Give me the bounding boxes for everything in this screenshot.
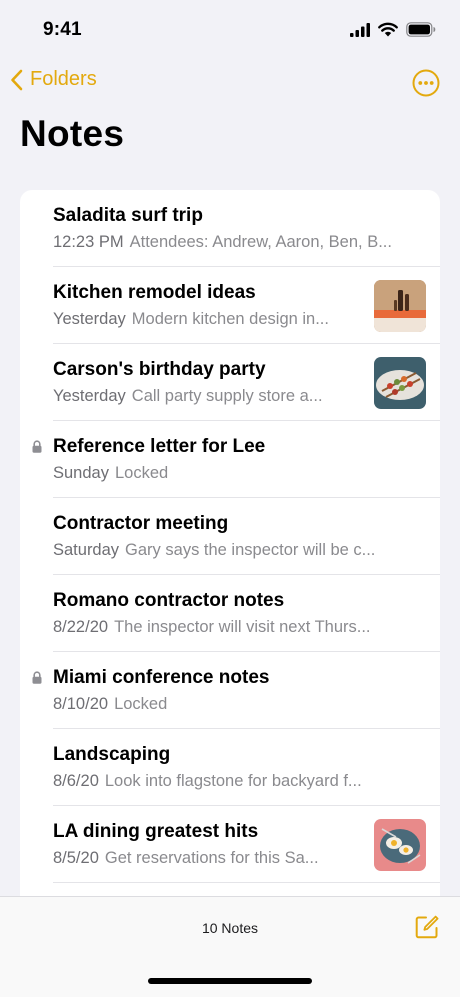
note-date: 12:23 PM xyxy=(53,233,124,251)
note-meta: Yesterday Modern kitchen design in... xyxy=(53,310,329,329)
note-thumbnail-kitchen xyxy=(374,280,426,332)
more-options-button[interactable] xyxy=(412,69,440,102)
note-preview: Call party supply store a... xyxy=(131,387,323,405)
note-title: Miami conference notes xyxy=(53,667,270,688)
note-meta: 12:23 PM Attendees: Andrew, Aaron, Ben, B… xyxy=(53,233,392,252)
note-date: Yesterday xyxy=(53,310,126,328)
home-indicator xyxy=(148,978,312,984)
back-button[interactable]: Folders xyxy=(10,68,97,91)
compose-icon xyxy=(415,915,439,939)
note-row[interactable]: Reference letter for Lee Sunday Locked xyxy=(20,421,440,498)
note-preview: Locked xyxy=(114,695,168,713)
note-thumbnail-food xyxy=(374,819,426,871)
note-count: 10 Notes xyxy=(201,920,259,936)
page-title: Notes xyxy=(20,113,125,154)
wifi-icon xyxy=(378,22,398,37)
cellular-signal-icon xyxy=(350,22,370,37)
note-meta: Sunday Locked xyxy=(53,464,168,483)
note-date: 8/6/20 xyxy=(53,772,99,790)
note-title: Reference letter for Lee xyxy=(53,436,266,457)
note-meta: 8/10/20 Locked xyxy=(53,695,167,714)
note-title: Landscaping xyxy=(53,744,171,765)
note-date: Sunday xyxy=(53,464,109,482)
note-date: 8/22/20 xyxy=(53,618,109,636)
note-title: Carson's birthday party xyxy=(53,359,266,380)
note-thumbnail-skewers xyxy=(374,357,426,409)
notes-list: Saladita surf trip 12:23 PM Attendees: An… xyxy=(20,190,440,900)
note-row[interactable]: Saladita surf trip 12:23 PM Attendees: An… xyxy=(20,190,440,267)
note-row[interactable]: Contractor meeting Saturday Gary says the… xyxy=(20,498,440,575)
note-preview: Locked xyxy=(114,464,169,482)
back-button-label: Folders xyxy=(30,68,97,90)
navigation-bar: Folders xyxy=(0,64,460,104)
note-title: Kitchen remodel ideas xyxy=(53,282,256,303)
note-meta: Yesterday Call party supply store a... xyxy=(53,387,323,406)
status-icons xyxy=(350,22,436,37)
note-row[interactable]: Landscaping 8/6/20 Look into flagstone fo… xyxy=(20,729,440,806)
note-date: 8/10/20 xyxy=(53,695,109,713)
note-preview: Get reservations for this Sa... xyxy=(104,849,319,867)
note-row[interactable]: Carson's birthday party Yesterday Call pa… xyxy=(20,344,440,421)
note-date: Yesterday xyxy=(53,387,126,405)
note-meta: 8/5/20 Get reservations for this Sa... xyxy=(53,849,319,868)
chevron-left-icon xyxy=(11,69,23,90)
note-preview: The inspector will visit next Thurs... xyxy=(114,618,371,636)
note-title: Romano contractor notes xyxy=(53,590,285,611)
note-preview: Modern kitchen design in... xyxy=(131,310,329,328)
compose-button[interactable] xyxy=(414,914,440,945)
note-row[interactable]: Miami conference notes 8/10/20 Locked xyxy=(20,652,440,729)
status-bar: 9:41 xyxy=(0,0,460,60)
note-preview: Gary says the inspector will be c... xyxy=(125,541,376,559)
note-meta: Saturday Gary says the inspector will be … xyxy=(53,541,375,560)
lock-icon xyxy=(32,671,42,684)
note-title: Contractor meeting xyxy=(53,513,229,534)
status-time: 9:41 xyxy=(43,19,82,40)
lock-icon xyxy=(32,440,42,453)
battery-icon xyxy=(406,22,436,37)
note-date: 8/5/20 xyxy=(53,849,99,867)
note-meta: 8/6/20 Look into flagstone for backyard f… xyxy=(53,772,362,791)
note-date: Saturday xyxy=(53,541,120,559)
note-meta: 8/22/20 The inspector will visit next Thu… xyxy=(53,618,371,637)
note-title: LA dining greatest hits xyxy=(53,821,259,842)
note-preview: Look into flagstone for backyard f... xyxy=(104,772,362,790)
note-row[interactable]: Romano contractor notes 8/22/20 The inspe… xyxy=(20,575,440,652)
ellipsis-circle-icon xyxy=(412,69,440,97)
note-row[interactable]: LA dining greatest hits 8/5/20 Get reserv… xyxy=(20,806,440,883)
note-row[interactable]: Kitchen remodel ideas Yesterday Modern ki… xyxy=(20,267,440,344)
note-preview: Attendees: Andrew, Aaron, Ben, B... xyxy=(129,233,392,251)
note-title: Saladita surf trip xyxy=(53,205,203,226)
